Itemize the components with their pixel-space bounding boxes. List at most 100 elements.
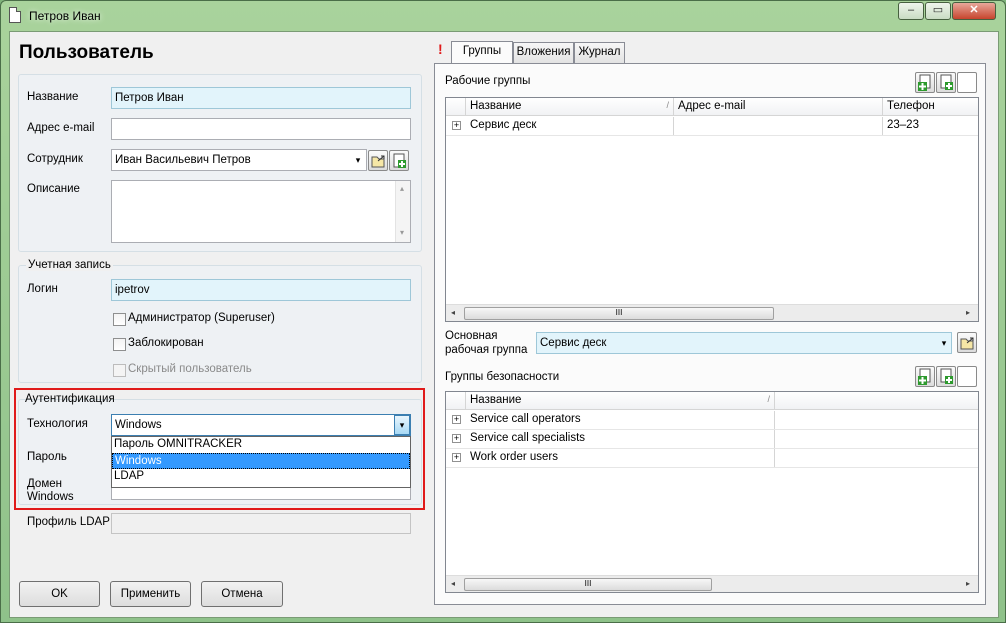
remove-workgroup-button[interactable] [957, 72, 977, 93]
chevron-down-icon[interactable]: ▾ [352, 150, 364, 170]
blocked-checkbox[interactable] [113, 338, 126, 351]
column-name[interactable]: Название / [466, 98, 674, 116]
open-main-group-button[interactable] [957, 332, 977, 353]
description-scrollbar[interactable]: ▴ ▾ [395, 181, 410, 242]
table-row[interactable]: + Service call operators [446, 411, 978, 430]
expand-icon[interactable]: + [452, 434, 461, 443]
expand-icon[interactable]: + [452, 415, 461, 424]
expand-icon[interactable]: + [452, 121, 461, 130]
workgroups-hscrollbar[interactable]: ◂ III ▸ [446, 304, 978, 321]
email-field[interactable] [111, 118, 411, 140]
name-label: Название [27, 91, 79, 103]
open-employee-button[interactable] [368, 150, 388, 171]
new-employee-button[interactable] [389, 150, 409, 171]
apply-button[interactable]: Применить [110, 581, 191, 607]
tab-groups[interactable]: Группы [451, 41, 513, 64]
minimize-button[interactable]: – [898, 2, 924, 20]
name-field[interactable]: Петров Иван [111, 87, 411, 109]
scroll-left-icon[interactable]: ◂ [451, 308, 455, 317]
column-email[interactable]: Адрес e-mail [674, 98, 883, 116]
security-header: Название / [446, 392, 978, 410]
description-field[interactable] [111, 180, 411, 243]
scroll-up-icon[interactable]: ▴ [400, 184, 404, 193]
main-group-label: Основная рабочая группа [445, 329, 527, 357]
header-spacer [446, 392, 466, 410]
sort-icon: / [666, 100, 669, 110]
hidden-user-checkbox [113, 364, 126, 377]
domain-label: Домен Windows [27, 478, 74, 504]
technology-dropdown-list: Пароль OMNITRACKER Windows LDAP [111, 436, 411, 488]
dropdown-option-windows[interactable]: Windows [112, 453, 410, 469]
scroll-left-icon[interactable]: ◂ [451, 579, 455, 588]
password-label: Пароль [27, 451, 67, 463]
email-label: Адрес e-mail [27, 122, 95, 134]
new-document-icon [393, 153, 406, 168]
technology-dropdown-button[interactable]: ▾ [394, 415, 410, 435]
new-security-group-button[interactable] [936, 366, 956, 387]
security-groups-label: Группы безопасности [445, 371, 560, 383]
column-name-text: Название [470, 394, 522, 406]
add-security-group-button[interactable] [915, 366, 935, 387]
cancel-button[interactable]: Отмена [201, 581, 283, 607]
scroll-down-icon[interactable]: ▾ [400, 228, 404, 237]
ldap-profile-field [111, 513, 411, 534]
scroll-right-icon[interactable]: ▸ [966, 579, 970, 588]
scroll-thumb[interactable]: III [464, 307, 774, 320]
chevron-down-icon[interactable]: ▾ [938, 333, 950, 353]
main-group-select[interactable]: Сервис деск [536, 332, 952, 354]
technology-select[interactable]: Windows [111, 414, 411, 436]
row-phone: 23–23 [887, 119, 919, 131]
dropdown-option-password[interactable]: Пароль OMNITRACKER [112, 437, 410, 453]
warning-marker: ! [438, 41, 443, 57]
table-row[interactable]: + Work order users [446, 449, 978, 468]
column-name-text: Название [470, 100, 522, 112]
scroll-thumb[interactable]: III [464, 578, 712, 591]
dialog-client: Пользователь Название Петров Иван Адрес … [9, 31, 999, 618]
column-phone[interactable]: Телефон [883, 98, 978, 116]
new-document-icon [940, 74, 953, 90]
workgroups-header: Название / Адрес e-mail Телефон [446, 98, 978, 116]
login-field[interactable]: ipetrov [111, 279, 411, 301]
tab-attachments[interactable]: Вложения [513, 42, 574, 63]
remove-security-group-button[interactable] [957, 366, 977, 387]
workgroups-grid: Название / Адрес e-mail Телефон + Сервис … [445, 97, 979, 322]
admin-checkbox[interactable] [113, 313, 126, 326]
row-name: Service call operators [466, 411, 775, 429]
row-email [674, 117, 883, 135]
scroll-right-icon[interactable]: ▸ [966, 308, 970, 317]
close-button[interactable]: ✕ [952, 2, 996, 20]
admin-label: Администратор (Superuser) [128, 312, 275, 324]
security-groups-grid: Название / + Service call operators + Ser… [445, 391, 979, 593]
technology-value: Windows [115, 419, 162, 431]
security-hscrollbar[interactable]: ◂ III ▸ [446, 575, 978, 592]
document-icon [9, 7, 21, 23]
table-row[interactable]: + Service call specialists [446, 430, 978, 449]
hidden-user-label: Скрытый пользователь [128, 363, 252, 375]
app-window: Петров Иван – ▭ ✕ Пользователь Название … [0, 0, 1006, 623]
maximize-button[interactable]: ▭ [925, 2, 951, 20]
blocked-label: Заблокирован [128, 337, 204, 349]
add-workgroup-button[interactable] [915, 72, 935, 93]
row-name: Сервис деск [466, 117, 674, 135]
description-label: Описание [27, 183, 80, 195]
employee-value: Иван Васильевич Петров [115, 154, 251, 166]
folder-open-icon [960, 337, 974, 350]
chevron-down-icon: ▾ [399, 420, 405, 430]
table-row[interactable]: + Сервис деск 23–23 [446, 117, 978, 136]
page-title: Пользователь [19, 42, 154, 63]
expand-icon[interactable]: + [452, 453, 461, 462]
main-group-label-line2: рабочая группа [445, 344, 528, 356]
column-name[interactable]: Название / [466, 392, 775, 410]
domain-label-line1: Домен [27, 478, 62, 490]
main-group-label-line1: Основная [445, 330, 498, 342]
header-spacer [446, 98, 466, 116]
auth-legend: Аутентификация [25, 393, 115, 405]
main-group-value: Сервис деск [540, 337, 607, 349]
row-name: Service call specialists [466, 430, 775, 448]
new-workgroup-button[interactable] [936, 72, 956, 93]
ok-button[interactable]: OK [19, 581, 100, 607]
dropdown-option-ldap[interactable]: LDAP [112, 469, 410, 485]
sort-icon: / [767, 394, 770, 404]
tab-journal[interactable]: Журнал [574, 42, 625, 63]
employee-select[interactable]: Иван Васильевич Петров [111, 149, 367, 171]
